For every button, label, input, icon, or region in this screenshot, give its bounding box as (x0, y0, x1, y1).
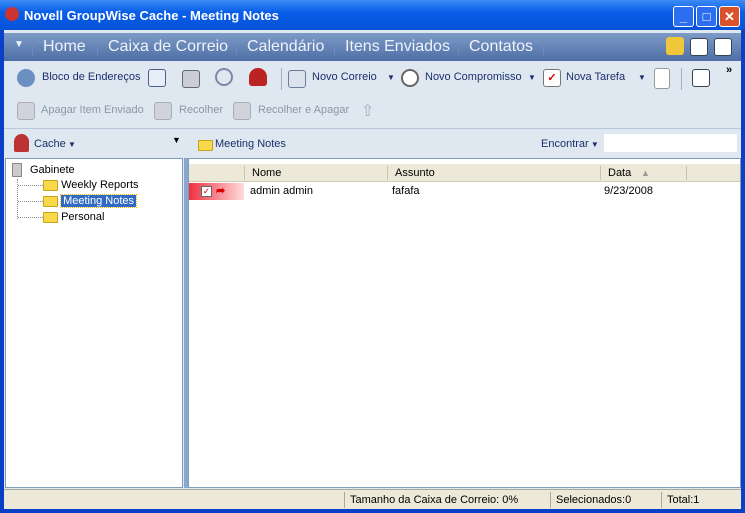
column-nome[interactable]: Nome (252, 167, 281, 179)
tab-calendario[interactable]: Calendário (236, 38, 334, 56)
status-total: Total:1 (667, 494, 700, 506)
title-bar: Novell GroupWise Cache - Meeting Notes _… (0, 0, 745, 30)
task-icon: ✓ (543, 69, 561, 87)
nav-menu-dropdown[interactable]: ▼ (14, 39, 24, 50)
new-appointment-button[interactable]: Novo Compromisso (425, 71, 522, 83)
left-panel-menu[interactable]: ▼ (172, 135, 181, 145)
forwarded-arrow-icon: ➦ (216, 185, 226, 197)
tab-home[interactable]: Home (32, 38, 96, 56)
column-divider (686, 166, 687, 180)
tab-itens-enviados[interactable]: Itens Enviados (334, 38, 460, 56)
calendar-view-icon[interactable] (714, 38, 732, 56)
main-toolbar: Bloco de Endereços Novo Correio ▼ Novo C… (4, 62, 741, 95)
status-divider (661, 492, 662, 508)
tab-contatos[interactable]: Contatos (458, 38, 545, 56)
cache-label: Cache (34, 138, 66, 150)
tree-item-meeting-notes[interactable]: Meeting Notes (18, 194, 137, 208)
item-list: Nome Assunto Data ▲ ✓ ➦ admin admin fafa… (188, 158, 741, 488)
folder-title: Meeting Notes (215, 138, 286, 150)
folder-icon (43, 211, 58, 223)
delete-sent-item-button[interactable]: Apagar Item Enviado (41, 104, 144, 116)
sort-ascending-icon: ▲ (641, 168, 650, 178)
address-book-icon (17, 69, 35, 87)
status-divider (550, 492, 551, 508)
retract-icon (154, 102, 172, 120)
minimize-button[interactable]: _ (673, 6, 694, 27)
new-task-button[interactable]: Nova Tarefa (566, 71, 625, 83)
new-appointment-dropdown[interactable]: ▼ (528, 73, 536, 82)
find-label: Encontrar (541, 138, 589, 150)
folder-icon (198, 140, 213, 151)
column-header: Nome Assunto Data ▲ (189, 164, 740, 182)
properties-icon[interactable] (692, 69, 710, 87)
nav-bar: ▼ Home Caixa de Correio Calendário Itens… (4, 33, 741, 61)
find-input[interactable] (604, 134, 737, 152)
find-user-icon[interactable] (249, 68, 267, 86)
maximize-button[interactable]: □ (696, 6, 717, 27)
toolbar-separator (281, 68, 282, 90)
new-task-dropdown[interactable]: ▼ (638, 73, 646, 82)
cabinet-icon (12, 163, 22, 177)
row-date: 9/23/2008 (604, 185, 653, 197)
panel-header: Cache ▼ ▼ Meeting Notes Encontrar ▼ (4, 128, 741, 158)
tree-item-label: Personal (61, 211, 105, 223)
main-window: ▼ Home Caixa de Correio Calendário Itens… (4, 30, 741, 509)
column-divider (600, 166, 601, 180)
upload-icon[interactable]: ⇧ (361, 101, 379, 120)
app-icon (5, 7, 19, 21)
folder-icon (43, 195, 58, 207)
status-divider (344, 492, 345, 508)
folder-icon (43, 179, 58, 191)
cache-dropdown[interactable]: Cache ▼ (34, 138, 76, 150)
row-subject: fafafa (392, 185, 420, 197)
tree-root-gabinete[interactable]: Gabinete (30, 164, 75, 176)
task-checkbox-icon: ✓ (201, 186, 212, 197)
row-name: admin admin (250, 185, 313, 197)
tab-caixa-de-correio[interactable]: Caixa de Correio (97, 38, 238, 56)
folders-icon[interactable] (666, 37, 684, 55)
retract-button[interactable]: Recolher (179, 104, 223, 116)
status-selected: Selecionados:0 (556, 494, 632, 506)
window-title: Novell GroupWise Cache - Meeting Notes (24, 8, 279, 23)
toolbar-separator (681, 68, 682, 90)
secondary-toolbar: Apagar Item Enviado Recolher Recolher e … (4, 95, 741, 128)
delete-sent-icon (17, 102, 35, 120)
retract-delete-button[interactable]: Recolher e Apagar (258, 104, 349, 116)
tree-item-weekly-reports[interactable]: Weekly Reports (18, 179, 139, 191)
folder-tree: Gabinete Weekly Reports Meeting Notes Pe… (5, 158, 183, 488)
new-document-icon[interactable] (654, 68, 670, 89)
column-assunto[interactable]: Assunto (395, 167, 435, 179)
tree-item-label: Weekly Reports (61, 179, 139, 191)
find-dropdown[interactable]: Encontrar ▼ (541, 138, 599, 150)
find-icon[interactable] (215, 68, 233, 86)
contacts-card-icon[interactable] (148, 69, 166, 87)
cache-user-icon (14, 134, 29, 152)
tree-item-personal[interactable]: Personal (18, 211, 104, 223)
print-icon[interactable] (182, 70, 200, 88)
new-mail-button[interactable]: Novo Correio (312, 71, 377, 83)
column-divider (387, 166, 388, 180)
close-button[interactable]: ✕ (719, 6, 740, 27)
address-book-button[interactable]: Bloco de Endereços (42, 71, 140, 83)
tree-item-label: Meeting Notes (60, 194, 137, 208)
status-mailbox-size: Tamanho da Caixa de Correio: 0% (350, 494, 519, 506)
new-mail-dropdown[interactable]: ▼ (387, 73, 395, 82)
toolbar-overflow[interactable]: » (726, 64, 732, 76)
mail-icon (288, 70, 306, 88)
column-divider (244, 166, 245, 180)
retract-delete-icon (233, 102, 251, 120)
status-bar: Tamanho da Caixa de Correio: 0% Selecion… (4, 489, 741, 509)
column-data[interactable]: Data (608, 167, 631, 179)
list-view-icon[interactable] (690, 38, 708, 56)
table-row[interactable]: ✓ ➦ admin admin fafafa 9/23/2008 (189, 183, 740, 200)
clock-icon (401, 69, 419, 87)
